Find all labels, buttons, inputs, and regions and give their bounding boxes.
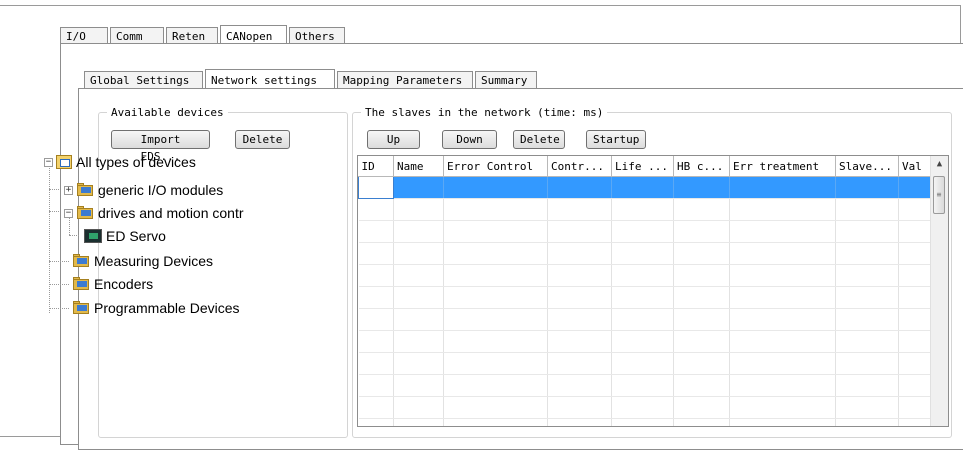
scrollbar-thumb[interactable]: ≡ <box>933 176 945 214</box>
scroll-up-arrow-icon[interactable]: ▲ <box>931 156 948 173</box>
tree-item-ed-servo[interactable]: ED Servo <box>84 225 166 247</box>
tree-line <box>49 284 69 285</box>
tree-item-measuring[interactable]: Measuring Devices <box>72 250 213 272</box>
folder-icon <box>56 155 72 169</box>
column-header[interactable]: HB c... <box>673 156 730 177</box>
table-cell[interactable] <box>547 176 612 199</box>
tree-item-label: All types of devices <box>76 154 196 170</box>
tree-item-label: Encoders <box>94 276 154 292</box>
column-header[interactable]: Contr... <box>547 156 612 177</box>
table-cell[interactable] <box>898 176 932 199</box>
column-header[interactable]: Val <box>898 156 932 177</box>
tree-item-label: drives and motion contr <box>98 205 244 221</box>
tree-item-programmable[interactable]: Programmable Devices <box>72 297 240 319</box>
down-button[interactable]: Down <box>442 130 497 149</box>
available-devices-title: Available devices <box>111 106 224 119</box>
table-row[interactable] <box>358 352 932 375</box>
startup-button[interactable]: Startup <box>586 130 646 149</box>
tree-item-label: Measuring Devices <box>94 253 214 269</box>
folder-icon <box>76 183 94 197</box>
sub-tabbar: Global Settings Network settings Mapping… <box>84 68 539 91</box>
tree-line <box>49 308 69 309</box>
table-row[interactable] <box>358 374 932 397</box>
column-header[interactable]: Slave... <box>835 156 899 177</box>
folder-icon <box>72 254 90 268</box>
table-body <box>358 176 932 426</box>
column-header[interactable]: Error Control <box>443 156 548 177</box>
tree-line <box>49 261 69 262</box>
table-row[interactable] <box>358 396 932 419</box>
vertical-scrollbar[interactable]: ▲ ≡ <box>930 156 948 426</box>
delete-device-button[interactable]: Delete <box>235 130 290 149</box>
collapse-minus-icon[interactable]: − <box>64 208 73 218</box>
expand-plus-icon[interactable]: + <box>64 185 73 195</box>
table-row[interactable] <box>358 220 932 243</box>
tree-line <box>49 211 59 212</box>
tree-line <box>49 165 50 313</box>
table-row[interactable] <box>358 286 932 309</box>
slaves-title: The slaves in the network (time: ms) <box>365 106 604 119</box>
folder-icon <box>72 301 90 315</box>
tree-item-label: Programmable Devices <box>94 300 240 316</box>
tree-item-label: generic I/O modules <box>98 182 224 198</box>
column-header[interactable]: Name <box>393 156 444 177</box>
table-cell[interactable] <box>835 176 899 199</box>
table-row[interactable] <box>358 418 932 426</box>
delete-slave-button[interactable]: Delete <box>513 130 565 149</box>
table-cell[interactable] <box>443 176 548 199</box>
column-header[interactable]: Err treatment <box>729 156 836 177</box>
table-cell[interactable] <box>611 176 674 199</box>
table-cell[interactable] <box>729 176 836 199</box>
tree-item-root[interactable]: − All types of devices <box>44 151 196 173</box>
device-icon <box>84 229 102 243</box>
table-cell[interactable] <box>358 176 394 199</box>
column-header[interactable]: ID <box>358 156 394 177</box>
tree-item-generic-io[interactable]: + generic I/O modules <box>64 179 223 201</box>
table-row[interactable] <box>358 330 932 353</box>
table-header-row: ID Name Error Control Contr... Life ... … <box>358 156 932 177</box>
table-row-selected[interactable] <box>358 176 932 199</box>
tree-item-encoders[interactable]: Encoders <box>72 273 153 295</box>
slaves-table[interactable]: ID Name Error Control Contr... Life ... … <box>357 155 949 427</box>
collapse-minus-icon[interactable]: − <box>44 157 53 167</box>
table-row[interactable] <box>358 198 932 221</box>
import-eds-button[interactable]: Import EDS... <box>111 130 210 163</box>
table-row[interactable] <box>358 308 932 331</box>
table-cell[interactable] <box>673 176 730 199</box>
table-row[interactable] <box>358 242 932 265</box>
folder-icon <box>76 206 94 220</box>
up-button[interactable]: Up <box>367 130 420 149</box>
table-cell[interactable] <box>393 176 444 199</box>
column-header[interactable]: Life ... <box>611 156 674 177</box>
tree-line <box>69 235 79 236</box>
table-row[interactable] <box>358 264 932 287</box>
tree-item-label: ED Servo <box>106 228 166 244</box>
tree-line <box>49 189 59 190</box>
folder-icon <box>72 277 90 291</box>
tree-item-drives[interactable]: − drives and motion contr <box>64 202 244 224</box>
